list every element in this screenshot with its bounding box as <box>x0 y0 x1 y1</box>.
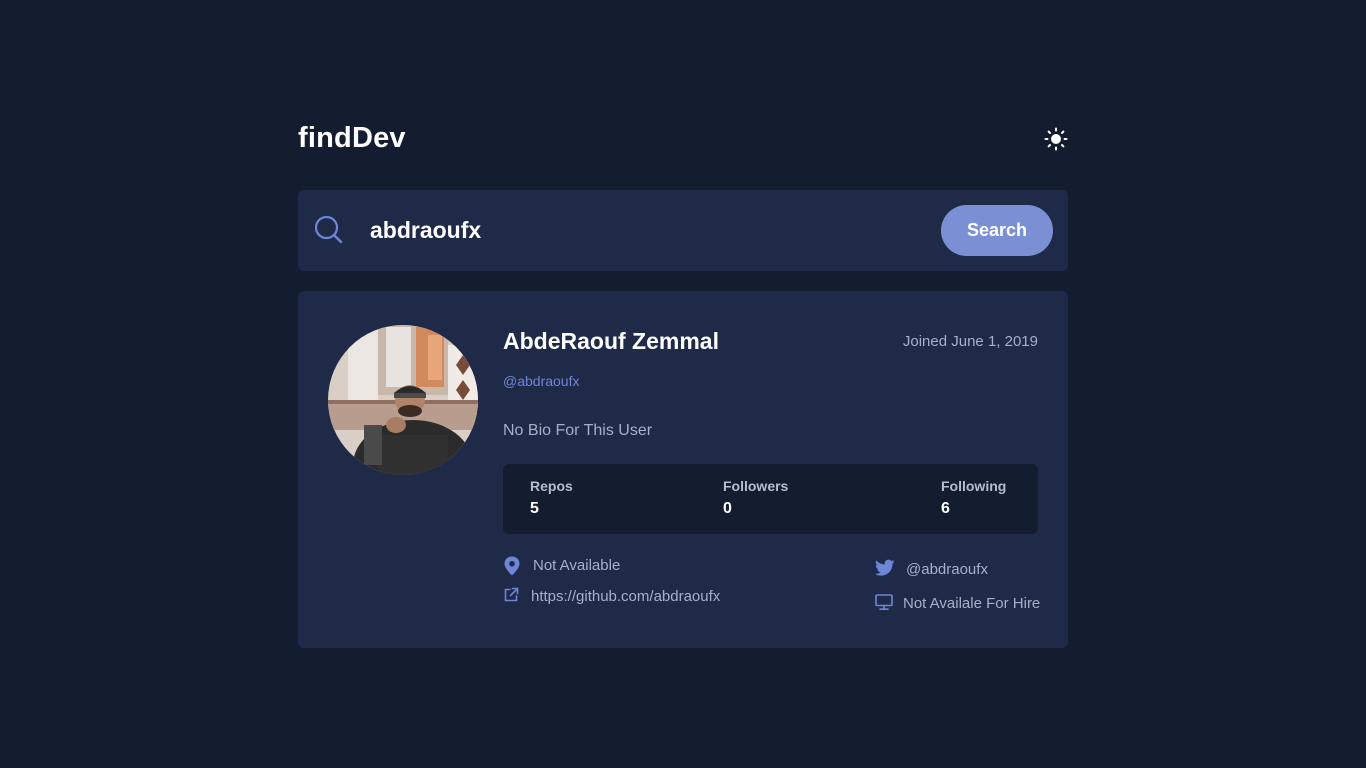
stat-label: Followers <box>723 478 789 494</box>
external-link-icon <box>503 587 519 607</box>
sun-icon[interactable] <box>1044 127 1068 151</box>
stat-following: Following 6 <box>941 478 1006 518</box>
company-text: Not Availale For Hire <box>903 595 1041 612</box>
header: findDev <box>298 122 1068 162</box>
profile-card: AbdeRaouf Zemmal Joined June 1, 2019 @ab… <box>298 291 1068 648</box>
brand-logo: findDev <box>298 122 406 154</box>
user-login-link[interactable]: @abdraoufx <box>503 373 579 389</box>
blog-link[interactable]: https://github.com/abdraoufx <box>531 588 720 605</box>
monitor-icon <box>875 593 893 615</box>
stat-repos: Repos 5 <box>530 478 573 518</box>
stat-value: 0 <box>723 500 732 517</box>
stats-panel: Repos 5 Followers 0 Following 6 <box>503 464 1038 534</box>
user-name: AbdeRaouf Zemmal <box>503 328 719 354</box>
stat-followers: Followers 0 <box>723 478 788 518</box>
joined-date: Joined June 1, 2019 <box>902 333 1038 350</box>
twitter-icon <box>874 559 895 581</box>
search-button[interactable]: Search <box>941 205 1053 256</box>
search-input[interactable] <box>370 212 930 248</box>
twitter-link[interactable]: @abdraoufx <box>906 561 988 578</box>
location-text: Not Available <box>533 557 621 574</box>
stat-value: 5 <box>530 500 539 517</box>
stat-value: 6 <box>941 500 950 517</box>
stat-label: Following <box>941 478 1007 494</box>
search-icon <box>314 215 344 245</box>
location-pin-icon <box>503 556 521 580</box>
avatar <box>328 325 478 475</box>
search-bar: Search <box>298 190 1068 271</box>
user-bio: No Bio For This User <box>503 422 653 439</box>
stat-label: Repos <box>530 478 573 494</box>
